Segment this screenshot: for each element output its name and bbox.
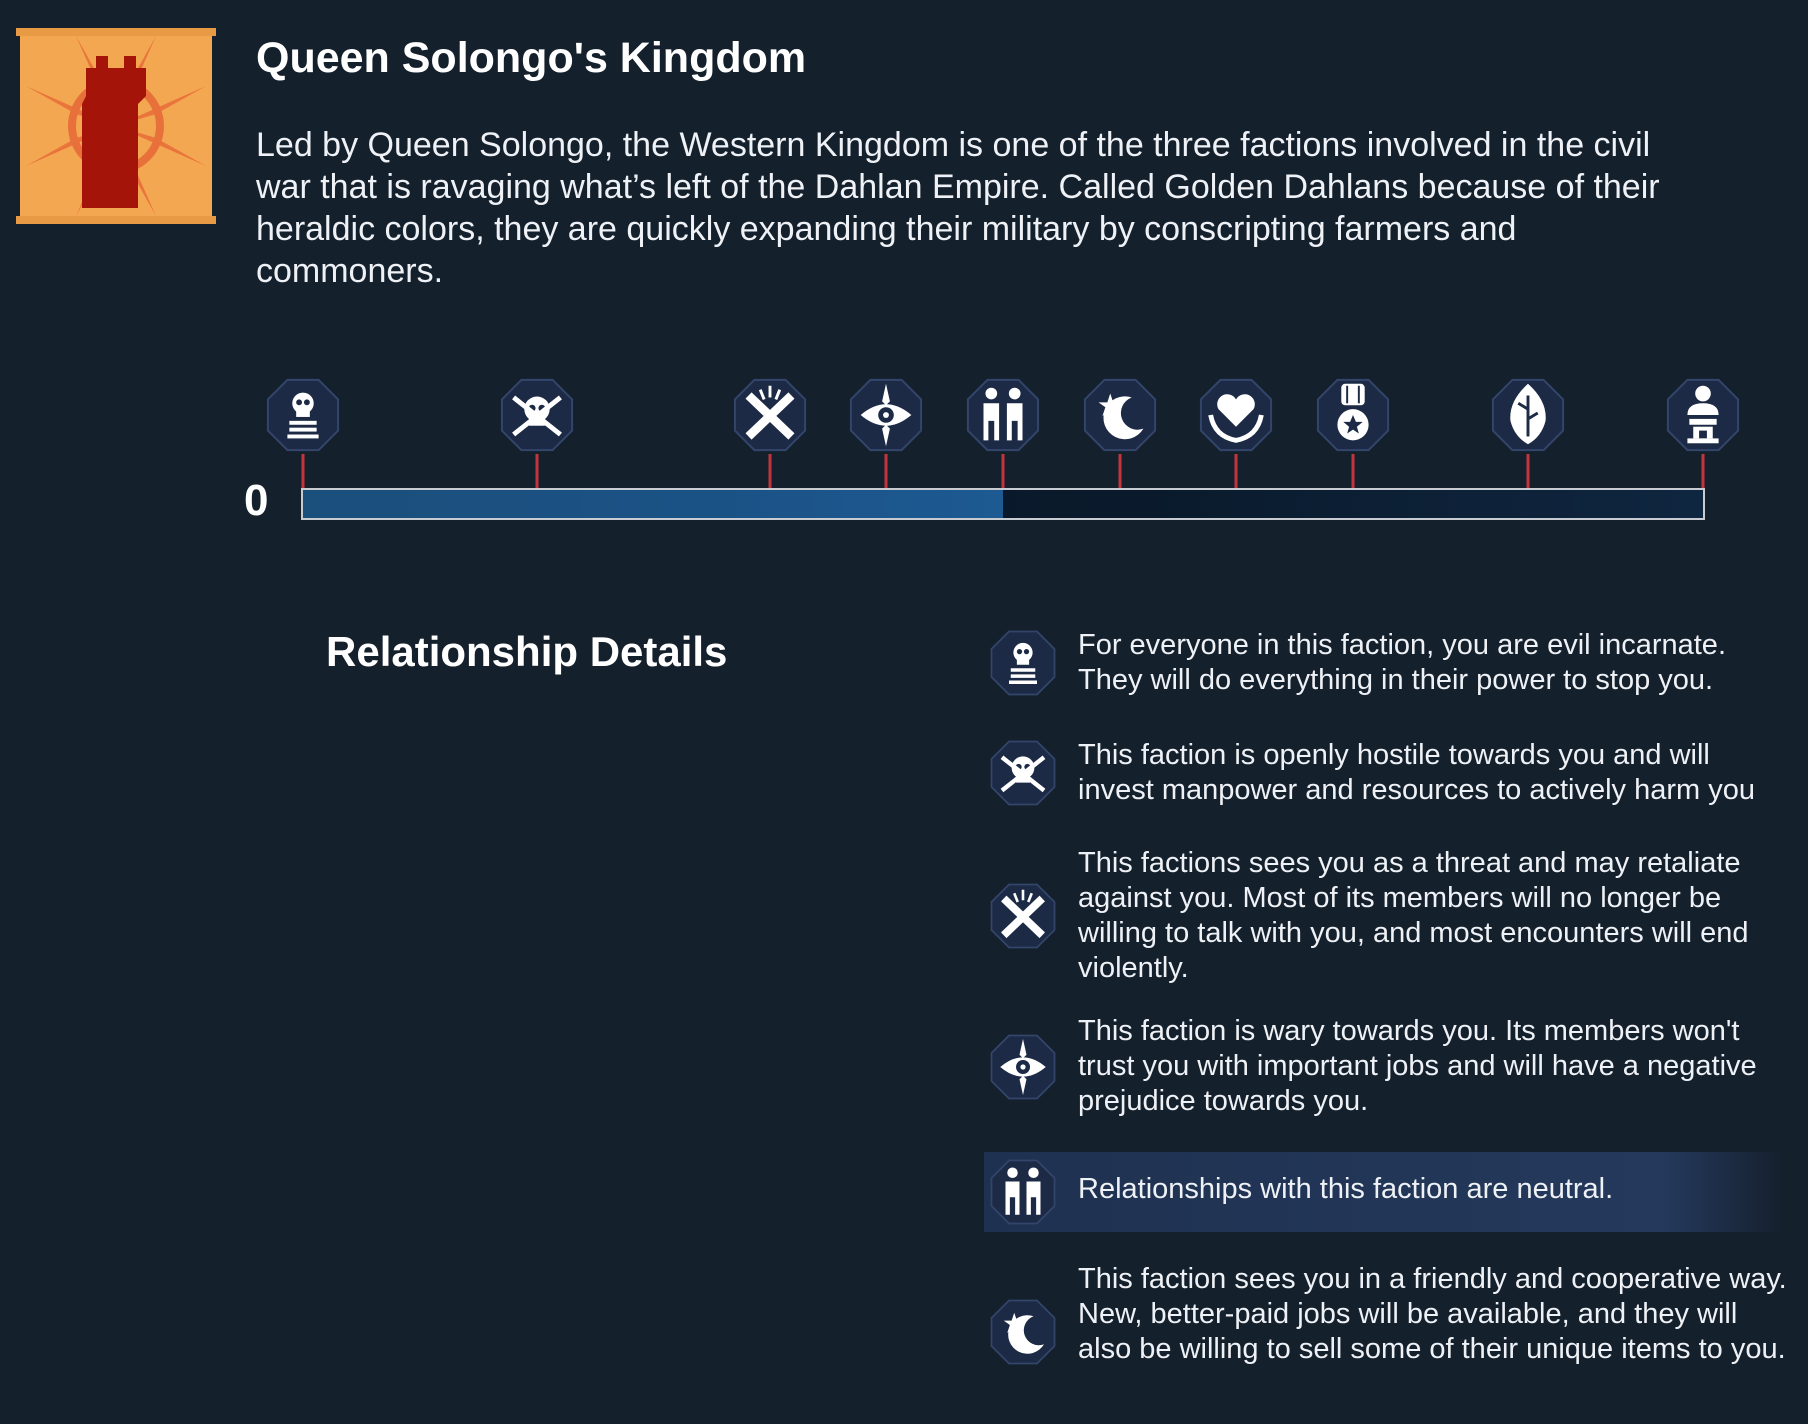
heart-hands-icon[interactable] bbox=[1197, 376, 1275, 454]
relationship-detail-text: This faction is openly hostile towards y… bbox=[1078, 739, 1755, 806]
faction-banner-icon bbox=[16, 28, 216, 224]
leaf-shield-icon[interactable] bbox=[1489, 376, 1567, 454]
tier-tick bbox=[535, 454, 539, 488]
relationship-detail-text: This faction is wary towards you. Its me… bbox=[1078, 1015, 1757, 1117]
moon-star-icon bbox=[988, 1297, 1058, 1367]
relationship-details-title: Relationship Details bbox=[326, 628, 728, 675]
crossed-swords-icon bbox=[988, 881, 1058, 951]
tier-tick bbox=[1351, 454, 1355, 488]
relationship-detail-row: This faction is wary towards you. Its me… bbox=[984, 1014, 1784, 1124]
tier-tick bbox=[1234, 454, 1238, 488]
relationship-bar bbox=[301, 488, 1705, 520]
relationship-detail-text: This factions sees you as a threat and m… bbox=[1078, 847, 1749, 984]
relationship-detail-row: Relationships with this faction are neut… bbox=[984, 1152, 1784, 1232]
eye-compass-icon bbox=[988, 1032, 1058, 1102]
moon-star-icon[interactable] bbox=[1081, 376, 1159, 454]
tier-tick bbox=[301, 454, 305, 488]
relationship-track: 0 bbox=[0, 370, 1808, 540]
relationship-score: 0 bbox=[244, 476, 269, 525]
crossed-swords-icon[interactable] bbox=[731, 376, 809, 454]
medal-icon[interactable] bbox=[1314, 376, 1392, 454]
tier-tick bbox=[1001, 454, 1005, 488]
tier-tick bbox=[884, 454, 888, 488]
tier-tick bbox=[1526, 454, 1530, 488]
relationship-bar-fill bbox=[303, 490, 1003, 518]
skull-pillar-icon bbox=[988, 628, 1058, 698]
relationship-detail-text: Relationships with this faction are neut… bbox=[1078, 1173, 1614, 1205]
eye-compass-icon[interactable] bbox=[847, 376, 925, 454]
two-people-icon[interactable] bbox=[964, 376, 1042, 454]
bust-statue-icon[interactable] bbox=[1664, 376, 1742, 454]
tier-tick bbox=[768, 454, 772, 488]
relationship-detail-row: For everyone in this faction, you are ev… bbox=[984, 628, 1784, 708]
faction-description: Led by Queen Solongo, the Western Kingdo… bbox=[256, 126, 1660, 290]
skull-pillar-icon[interactable] bbox=[264, 376, 342, 454]
skull-crossbones-icon[interactable] bbox=[498, 376, 576, 454]
relationship-detail-row: This faction sees you in a friendly and … bbox=[984, 1262, 1787, 1414]
relationship-detail-text: For everyone in this faction, you are ev… bbox=[1078, 629, 1726, 696]
two-people-icon bbox=[988, 1157, 1058, 1227]
tier-tick bbox=[1701, 454, 1705, 488]
relationship-detail-row: This factions sees you as a threat and m… bbox=[984, 846, 1784, 994]
faction-title: Queen Solongo's Kingdom bbox=[256, 34, 807, 82]
relationship-detail-row: This faction is openly hostile towards y… bbox=[984, 738, 1784, 818]
skull-crossbones-icon bbox=[988, 738, 1058, 808]
tier-tick bbox=[1118, 454, 1122, 488]
relationship-detail-text: This faction sees you in a friendly and … bbox=[1078, 1263, 1787, 1365]
